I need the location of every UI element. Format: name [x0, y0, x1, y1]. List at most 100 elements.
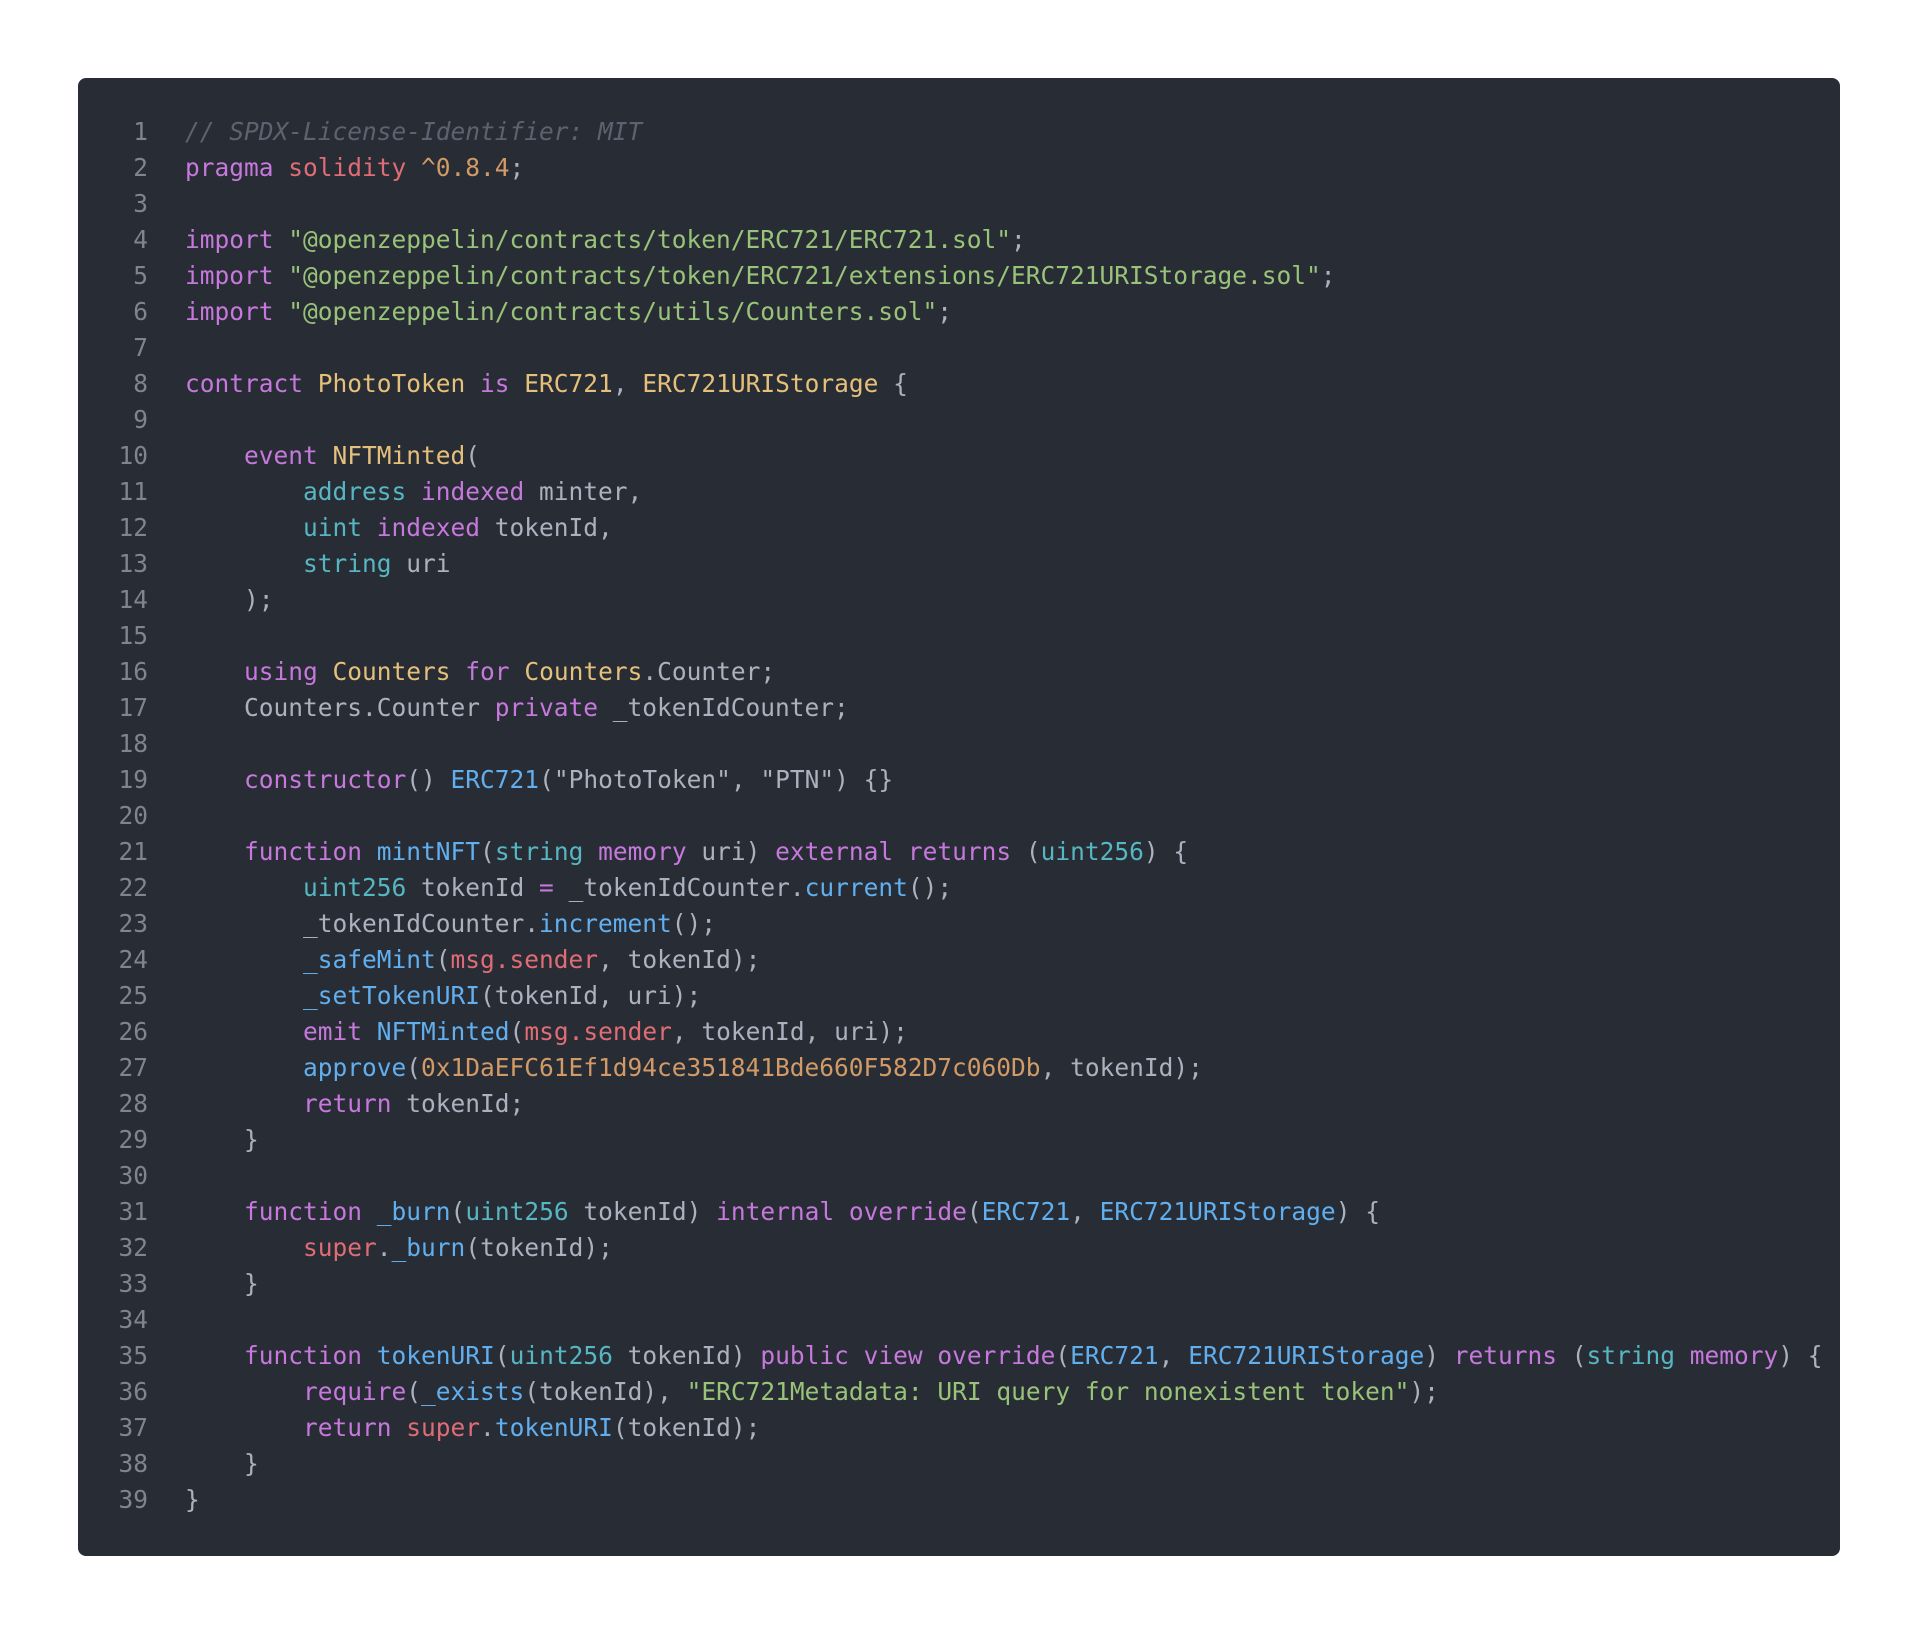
- code-token: super: [406, 1413, 481, 1442]
- line-number: 28: [118, 1089, 148, 1118]
- line-code: uint256 tokenId = _tokenIdCounter.curren…: [185, 870, 952, 906]
- code-line: 9: [78, 402, 1840, 438]
- code-line: 27 approve(0x1DaEFC61Ef1d94ce351841Bde66…: [78, 1050, 1840, 1086]
- code-token: ERC721URIStorage: [1188, 1341, 1425, 1370]
- code-token: =: [539, 873, 569, 902]
- line-number: 23: [118, 909, 148, 938]
- code-line: 6 import "@openzeppelin/contracts/utils/C…: [78, 294, 1840, 330]
- code-token: import: [185, 261, 289, 290]
- line-code: _setTokenURI(tokenId, uri);: [185, 978, 701, 1014]
- code-token: ();: [671, 909, 717, 938]
- code-token: .: [376, 1233, 392, 1262]
- code-token: _burn: [391, 1233, 466, 1262]
- code-token: event: [244, 441, 333, 470]
- code-token: uri): [701, 837, 776, 866]
- code-token: pragma: [185, 153, 289, 182]
- line-code: import "@openzeppelin/contracts/utils/Co…: [185, 294, 952, 330]
- code-token: import: [185, 297, 289, 326]
- code-token: Counters.Counter: [185, 693, 495, 722]
- code-line: 3: [78, 186, 1840, 222]
- line-code: function tokenURI(uint256 tokenId) publi…: [185, 1338, 1823, 1374]
- code-line: 26 emit NFTMinted(msg.sender, tokenId, u…: [78, 1014, 1840, 1050]
- code-token: ,: [1158, 1341, 1189, 1370]
- code-token: internal: [716, 1197, 849, 1226]
- code-token: );: [185, 585, 274, 614]
- code-token: (): [406, 765, 451, 794]
- code-token: (: [450, 1197, 466, 1226]
- line-code: using Counters for Counters.Counter;: [185, 654, 775, 690]
- code-token: import: [185, 225, 289, 254]
- code-line: 4 import "@openzeppelin/contracts/token/E…: [78, 222, 1840, 258]
- code-line: 39}: [78, 1482, 1840, 1518]
- code-token: return: [303, 1413, 407, 1442]
- code-line: 30: [78, 1158, 1840, 1194]
- code-token: (: [1025, 837, 1041, 866]
- code-token: ERC721: [981, 1197, 1071, 1226]
- code-token: _setTokenURI: [303, 981, 481, 1010]
- code-token: string: [303, 549, 407, 578]
- code-token: ERC721URIStorage: [642, 369, 879, 398]
- code-token: increment: [539, 909, 672, 938]
- code-token: for: [465, 657, 525, 686]
- code-token: , tokenId);: [598, 945, 761, 974]
- line-code: function mintNFT(string memory uri) exte…: [185, 834, 1188, 870]
- line-code: uint indexed tokenId,: [185, 510, 613, 546]
- code-token: (: [406, 1377, 422, 1406]
- code-token: _exists: [421, 1377, 525, 1406]
- code-token: 0x1DaEFC61Ef1d94ce351841Bde660F582D7c060…: [421, 1053, 1041, 1082]
- line-number: 7: [133, 333, 148, 362]
- code-token: address: [303, 477, 422, 506]
- code-line: 15: [78, 618, 1840, 654]
- line-number: 10: [118, 441, 148, 470]
- code-token: contract: [185, 369, 318, 398]
- code-token: ;: [937, 297, 953, 326]
- code-token: (: [509, 1017, 525, 1046]
- line-number: 19: [118, 765, 148, 794]
- code-token: uint: [303, 513, 377, 542]
- code-token: (tokenId);: [612, 1413, 761, 1442]
- line-number: 3: [133, 189, 148, 218]
- line-code: emit NFTMinted(msg.sender, tokenId, uri)…: [185, 1014, 908, 1050]
- line-number: 16: [118, 657, 148, 686]
- line-number: 12: [118, 513, 148, 542]
- code-token: _tokenIdCounter.: [568, 873, 805, 902]
- code-token: {: [878, 369, 908, 398]
- line-number: 34: [118, 1305, 148, 1334]
- code-token: memory: [1689, 1341, 1779, 1370]
- code-line: 23 _tokenIdCounter.increment();: [78, 906, 1840, 942]
- code-token: ();: [907, 873, 953, 902]
- line-number: 20: [118, 801, 148, 830]
- code-token: ;: [1011, 225, 1026, 254]
- code-line: 1 // SPDX-License-Identifier: MIT: [78, 114, 1840, 150]
- line-number: 25: [118, 981, 148, 1010]
- code-token: _safeMint: [303, 945, 436, 974]
- code-token: solidity: [288, 153, 422, 182]
- code-token: string: [1586, 1341, 1690, 1370]
- line-number: 35: [118, 1341, 148, 1370]
- line-code: _safeMint(msg.sender, tokenId);: [185, 942, 760, 978]
- code-token: tokenURI: [376, 1341, 495, 1370]
- code-token: msg.sender: [450, 945, 599, 974]
- code-token: (tokenId),: [524, 1377, 687, 1406]
- line-number: 31: [118, 1197, 148, 1226]
- line-number: 13: [118, 549, 148, 578]
- line-number: 14: [118, 585, 148, 614]
- line-number: 11: [118, 477, 148, 506]
- code-line: 5 import "@openzeppelin/contracts/token/E…: [78, 258, 1840, 294]
- code-line: 33 }: [78, 1266, 1840, 1302]
- code-token: ERC721: [1070, 1341, 1159, 1370]
- code-token: using: [244, 657, 333, 686]
- code-block: 1 // SPDX-License-Identifier: MIT 2 pragma …: [78, 78, 1840, 1556]
- code-token: ;: [509, 153, 525, 182]
- code-token: }: [185, 1449, 259, 1478]
- code-token: (: [1055, 1341, 1071, 1370]
- code-token: uri: [406, 549, 451, 578]
